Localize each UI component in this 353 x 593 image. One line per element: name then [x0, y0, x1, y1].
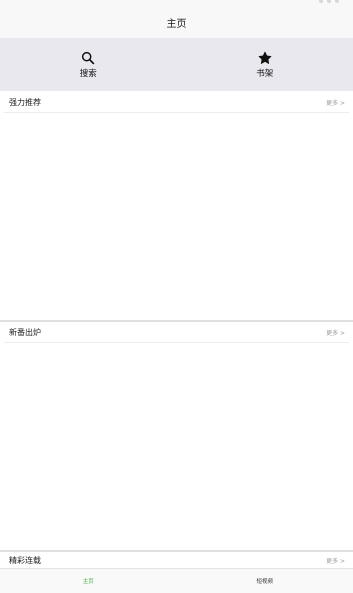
tab-short-video[interactable]: 短视频 [177, 569, 353, 593]
tab-home[interactable]: 主页 [0, 569, 177, 593]
section-title-serials: 精彩连载 [9, 555, 41, 565]
section-header-new-releases: 新番出炉 更多 > [0, 322, 353, 342]
page-title: 主页 [166, 18, 187, 30]
section-content-new-releases [0, 343, 353, 550]
section-title-recommended: 强力推荐 [9, 97, 41, 107]
section-header-recommended: 强力推荐 更多 > [0, 92, 353, 112]
search-button[interactable]: 搜索 [0, 38, 177, 91]
status-indicators [319, 0, 339, 3]
quick-action-panel: 搜索 书架 [0, 38, 353, 91]
nav-bar: 主页 [0, 0, 353, 39]
star-icon [258, 51, 272, 64]
tab-bar: 主页 短视频 [0, 568, 353, 593]
app-root: 主页 搜索 书架 强力推荐 更多 > 新番出炉 更多 > 精彩连载 更多 > 主… [0, 0, 353, 593]
more-link-serials[interactable]: 更多 > [326, 556, 345, 565]
bookshelf-label: 书架 [256, 68, 274, 79]
section-title-new-releases: 新番出炉 [9, 327, 41, 337]
bookshelf-button[interactable]: 书架 [177, 38, 353, 91]
more-link-new-releases[interactable]: 更多 > [326, 328, 345, 337]
search-label: 搜索 [79, 68, 97, 79]
more-link-recommended[interactable]: 更多 > [326, 98, 345, 107]
section-content-recommended [0, 113, 353, 320]
section-header-serials: 精彩连载 更多 > [0, 552, 353, 568]
search-icon [82, 51, 95, 64]
